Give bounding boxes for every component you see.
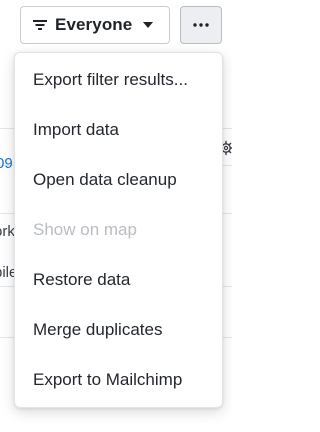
caret-down-icon bbox=[142, 21, 154, 29]
menu-item-export-to-mailchimp[interactable]: Export to Mailchimp bbox=[15, 355, 222, 405]
more-options-button[interactable] bbox=[180, 6, 222, 44]
filter-label: Everyone bbox=[55, 15, 133, 34]
menu-item-show-on-map: Show on map bbox=[33, 220, 137, 239]
menu-item-open-data-cleanup[interactable]: Open data cleanup bbox=[15, 155, 222, 205]
menu-item-merge-duplicates[interactable]: Merge duplicates bbox=[15, 305, 222, 355]
menu-item-import-data[interactable]: Import data bbox=[15, 105, 222, 155]
page: 09 ork bile Everyone bbox=[0, 0, 232, 432]
menu-item-restore-data[interactable]: Restore data bbox=[15, 255, 222, 305]
audience-filter-button[interactable]: Everyone bbox=[20, 6, 170, 44]
ellipsis-icon bbox=[193, 23, 209, 27]
more-options-menu: Export filter results... Import data Ope… bbox=[14, 52, 223, 408]
table-cell-link[interactable]: 09 bbox=[0, 155, 13, 173]
menu-item-export-filter-results[interactable]: Export filter results... bbox=[15, 55, 222, 105]
filter-lines-icon bbox=[33, 19, 47, 31]
table-cell-text: ork bbox=[0, 223, 15, 240]
